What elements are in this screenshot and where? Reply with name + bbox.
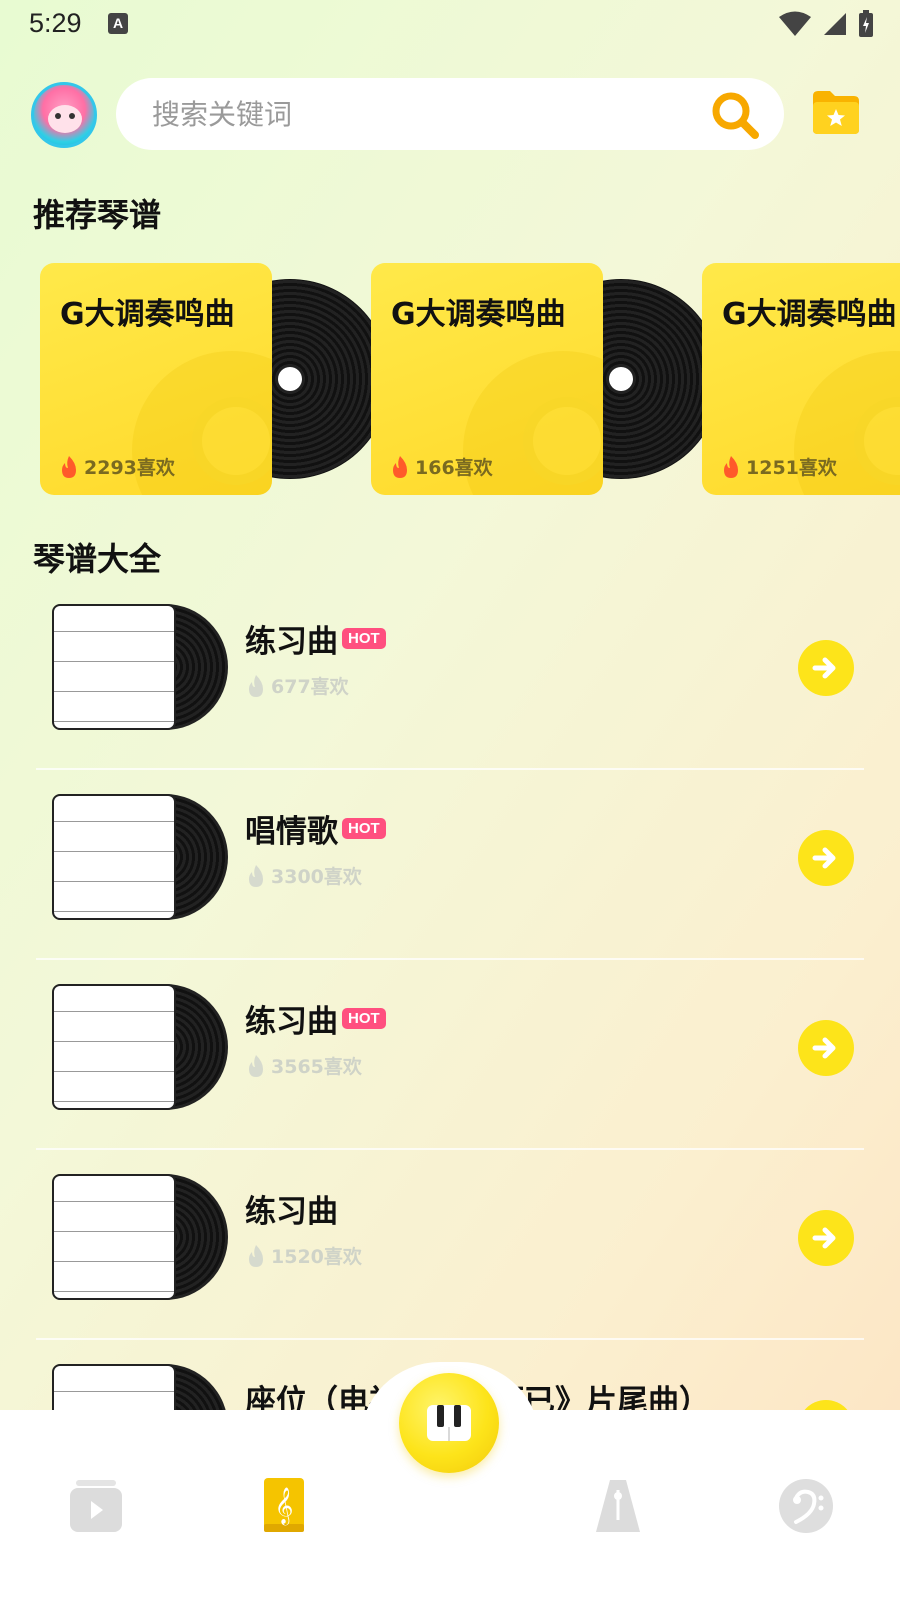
sheet-thumbnail — [52, 1174, 232, 1300]
flame-icon — [249, 1054, 263, 1077]
svg-text:𝄞: 𝄞 — [275, 1486, 294, 1525]
search-icon[interactable] — [710, 90, 760, 140]
search-input[interactable] — [152, 94, 672, 134]
list-item-likes: 3300喜欢 — [245, 862, 362, 889]
hot-badge: HOT — [342, 628, 386, 649]
flame-icon — [249, 674, 263, 697]
arrow-right-icon — [812, 847, 836, 869]
list-item-title-text: 练习曲 — [245, 1004, 338, 1040]
list-item-title-text: 练习曲 — [245, 1194, 338, 1230]
flame-icon — [249, 864, 263, 887]
likes-count: 2293喜欢 — [84, 457, 175, 479]
nav-video[interactable] — [66, 1476, 126, 1536]
likes-count: 166喜欢 — [415, 457, 493, 479]
likes-count: 3565喜欢 — [271, 1056, 362, 1078]
nav-metronome[interactable] — [588, 1476, 648, 1536]
status-time: 5:29 — [29, 8, 82, 38]
cover-decoration — [523, 397, 603, 485]
nav-sheet-music[interactable]: 𝄞 — [254, 1476, 314, 1536]
sheet-music-image — [52, 604, 176, 730]
list-item-title-text: 唱情歌 — [245, 814, 338, 850]
recommend-card-likes: 1251喜欢 — [720, 453, 837, 480]
recommend-card-title: G大调奏鸣曲 — [60, 297, 235, 332]
user-avatar[interactable] — [31, 82, 97, 148]
open-button[interactable] — [798, 830, 854, 886]
likes-count: 1520喜欢 — [271, 1246, 362, 1268]
open-button[interactable] — [798, 1210, 854, 1266]
open-button[interactable] — [798, 640, 854, 696]
open-button[interactable] — [798, 1020, 854, 1076]
list-item-title: 练习曲 HOT — [245, 996, 386, 1041]
recommend-card-cover: G大调奏鸣曲 166喜欢 — [371, 263, 603, 495]
video-icon — [70, 1480, 122, 1532]
hot-badge: HOT — [342, 1008, 386, 1029]
keyboard-a-icon: A — [108, 13, 128, 34]
flame-icon — [62, 455, 76, 478]
arrow-right-icon — [812, 1227, 836, 1249]
sheet-thumbnail — [52, 794, 232, 920]
piano-play-button[interactable] — [399, 1373, 499, 1473]
bass-clef-icon — [779, 1479, 833, 1533]
cover-decoration — [192, 397, 272, 485]
list-item-likes: 1520喜欢 — [245, 1242, 362, 1269]
battery-icon — [859, 10, 873, 37]
list-item[interactable]: 练习曲 HOT 677喜欢 — [36, 580, 864, 770]
recommend-card-likes: 2293喜欢 — [58, 453, 175, 480]
flame-icon — [724, 455, 738, 478]
list-item-title: 唱情歌 HOT — [245, 806, 386, 851]
avatar-eye — [69, 113, 75, 119]
sheet-thumbnail — [52, 984, 232, 1110]
recommend-card-title: G大调奏鸣曲 — [391, 297, 566, 332]
recommend-card[interactable]: G大调奏鸣曲 2293喜欢 — [40, 263, 390, 495]
arrow-right-icon — [812, 1037, 836, 1059]
library-section-title: 琴谱大全 — [33, 540, 162, 578]
avatar-eye — [55, 113, 61, 119]
flame-icon — [249, 1244, 263, 1267]
list-item[interactable]: 练习曲 1520喜欢 — [36, 1150, 864, 1340]
piano-keys-icon — [427, 1405, 471, 1441]
likes-count: 3300喜欢 — [271, 866, 362, 888]
recommend-card[interactable]: G大调奏鸣曲 166喜欢 — [371, 263, 721, 495]
sheet-music-image — [52, 1174, 176, 1300]
sheet-music-icon: 𝄞 — [264, 1478, 304, 1532]
list-item[interactable]: 练习曲 HOT 3565喜欢 — [36, 960, 864, 1150]
list-item-title-text: 练习曲 — [245, 624, 338, 660]
recommend-card-title: G大调奏鸣曲 — [722, 297, 897, 332]
list-item-title: 练习曲 — [245, 1186, 338, 1231]
hot-badge: HOT — [342, 818, 386, 839]
favorites-folder-icon[interactable] — [810, 86, 862, 138]
avatar-face — [48, 105, 82, 133]
sheet-music-image — [52, 984, 176, 1110]
list-item-title: 练习曲 HOT — [245, 616, 386, 661]
sheet-thumbnail — [52, 604, 232, 730]
status-icons — [778, 10, 874, 38]
arrow-right-icon — [812, 657, 836, 679]
metronome-icon — [596, 1480, 640, 1532]
nav-bass-clef[interactable] — [776, 1476, 836, 1536]
list-item-likes: 677喜欢 — [245, 672, 349, 699]
recommend-card-likes: 166喜欢 — [389, 453, 493, 480]
signal-icon — [824, 13, 846, 35]
list-item-likes: 3565喜欢 — [245, 1052, 362, 1079]
flame-icon — [393, 455, 407, 478]
search-bar[interactable] — [116, 78, 784, 150]
list-item[interactable]: 唱情歌 HOT 3300喜欢 — [36, 770, 864, 960]
wifi-icon — [779, 11, 811, 36]
sheet-music-image — [52, 794, 176, 920]
recommend-section-title: 推荐琴谱 — [33, 196, 162, 234]
recommend-card[interactable]: G大调奏鸣曲 1251喜欢 — [702, 263, 900, 495]
recommend-card-cover: G大调奏鸣曲 1251喜欢 — [702, 263, 900, 495]
likes-count: 677喜欢 — [271, 676, 349, 698]
recommend-card-cover: G大调奏鸣曲 2293喜欢 — [40, 263, 272, 495]
status-bar: 5:29 A — [0, 0, 900, 48]
likes-count: 1251喜欢 — [746, 457, 837, 479]
